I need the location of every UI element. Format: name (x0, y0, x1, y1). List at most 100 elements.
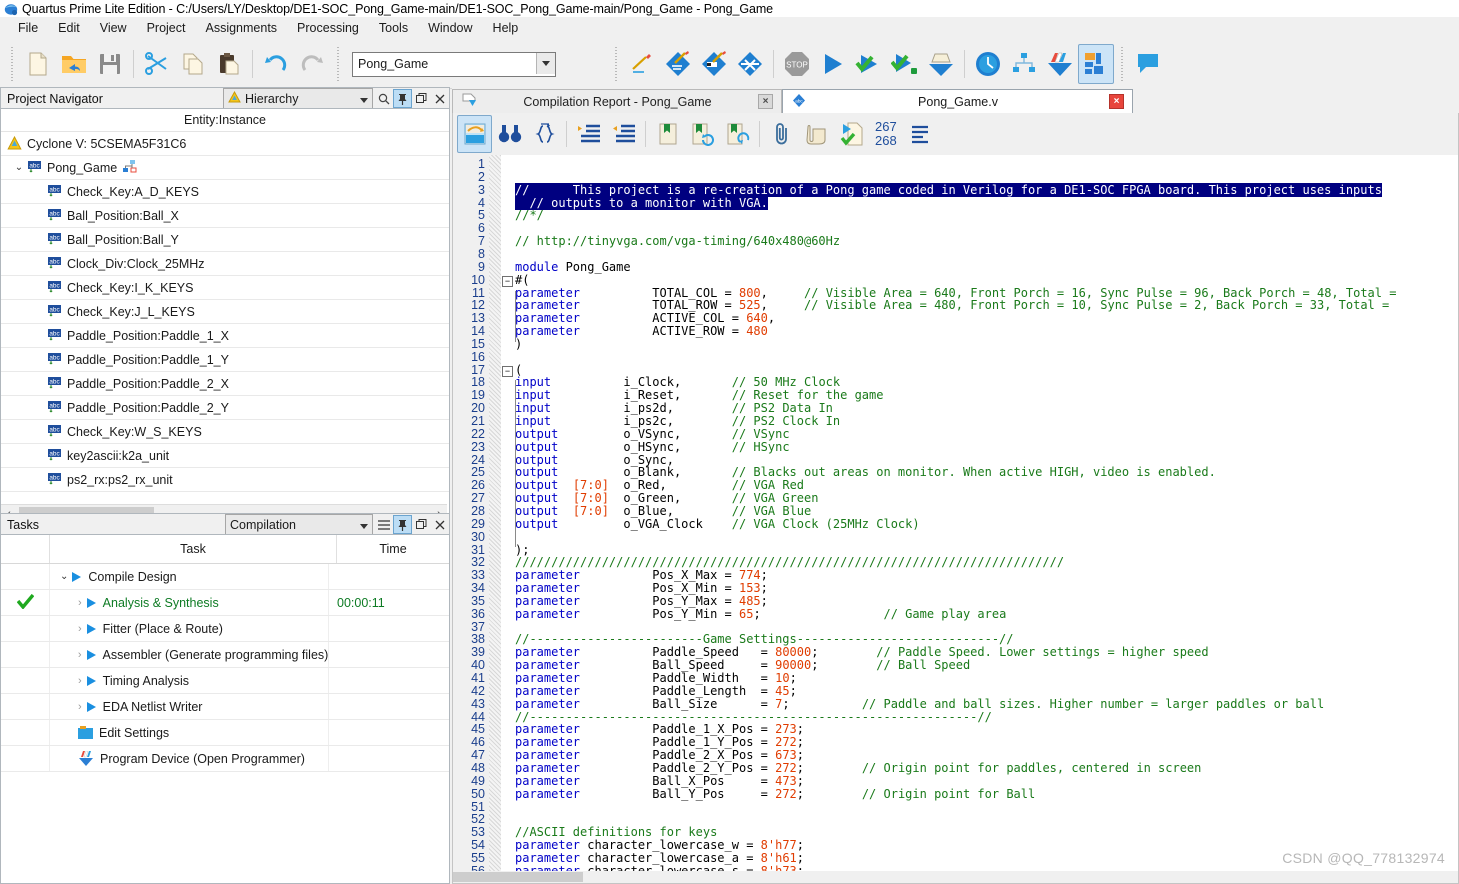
cut-button[interactable] (139, 44, 175, 84)
menu-tools[interactable]: Tools (369, 19, 418, 37)
navigator-item[interactable]: abc Ball_Position:Ball_Y (1, 228, 449, 252)
list-button[interactable] (903, 115, 938, 153)
task-row[interactable]: Program Device (Open Programmer) (1, 746, 449, 772)
toolbar-grip[interactable] (10, 47, 16, 81)
attach-button[interactable] (764, 115, 799, 153)
toolbar-grip-3[interactable] (614, 47, 620, 81)
bookmark-prev-button[interactable] (720, 115, 755, 153)
task-name-cell[interactable]: › Timing Analysis (50, 668, 329, 693)
task-name-cell[interactable]: › EDA Netlist Writer (50, 694, 329, 719)
code-line-text[interactable]: parameter Pos_Y_Min = 65; // Game play a… (515, 607, 1006, 621)
task-name-cell[interactable]: › Fitter (Place & Route) (50, 616, 329, 641)
settings-icon[interactable] (78, 725, 93, 740)
start-compilation-button[interactable] (815, 44, 851, 84)
analysis-synthesis-button[interactable] (851, 44, 887, 84)
assignment-editor-button[interactable] (660, 44, 696, 84)
search-icon[interactable] (375, 90, 392, 107)
menu-processing[interactable]: Processing (287, 19, 369, 37)
code-line[interactable]: 50 parameter Ball_Y_Pos = 272; // Origin … (453, 787, 1458, 801)
play-icon[interactable] (86, 701, 96, 712)
programmer-button[interactable] (1042, 44, 1078, 84)
task-row[interactable]: › EDA Netlist Writer (1, 694, 449, 720)
task-name-cell[interactable]: Program Device (Open Programmer) (50, 746, 329, 771)
menu-window[interactable]: Window (418, 19, 482, 37)
code-line-text[interactable]: // http://tinyvga.com/vga-timing/640x480… (515, 235, 840, 248)
code-line[interactable]: 9 module Pong_Game (453, 260, 1458, 274)
rtl-viewer-button[interactable] (1006, 44, 1042, 84)
navigator-item[interactable]: abc Ball_Position:Ball_X (1, 204, 449, 228)
code-line-text[interactable]: // outputs to a monitor with VGA. (515, 195, 768, 210)
code-line[interactable]: 3 // This project is a re-creation of a P… (453, 182, 1458, 197)
tab-compilation-report[interactable]: Compilation Report - Pong_Game × (452, 89, 782, 113)
chevron-right-icon[interactable]: › (78, 649, 82, 661)
chevron-down-icon[interactable] (360, 92, 368, 106)
copy-button[interactable] (175, 44, 211, 84)
pin-planner-button[interactable] (696, 44, 732, 84)
navigator-item[interactable]: abc Paddle_Position:Paddle_2_X (1, 372, 449, 396)
run-check-button[interactable] (834, 115, 869, 153)
increase-indent-button[interactable] (571, 115, 606, 153)
save-button[interactable] (92, 44, 128, 84)
pin-icon[interactable] (393, 89, 412, 108)
close-icon[interactable] (431, 90, 448, 107)
task-row[interactable]: Edit Settings (1, 720, 449, 746)
close-icon[interactable] (431, 516, 448, 533)
chevron-right-icon[interactable]: › (78, 675, 82, 687)
menu-edit[interactable]: Edit (48, 19, 90, 37)
editor-hscroll-thumb[interactable] (453, 872, 583, 882)
new-file-button[interactable] (20, 44, 56, 84)
code-line[interactable]: 1 (453, 158, 1458, 171)
navigator-device-row[interactable]: Cyclone V: 5CSEMA5F31C6 (1, 132, 449, 156)
restore-icon[interactable] (413, 516, 430, 533)
code-line[interactable]: 36 parameter Pos_Y_Min = 65; // Game play… (453, 607, 1458, 621)
stop-button[interactable]: STOP (779, 44, 815, 84)
task-row[interactable]: › Timing Analysis (1, 668, 449, 694)
code-content[interactable]: 1 2 3// This project is a re-creation of a… (453, 155, 1458, 883)
menu-help[interactable]: Help (483, 19, 529, 37)
navigator-item[interactable]: abc key2ascii:k2a_unit (1, 444, 449, 468)
code-line-text[interactable]: //*/ (515, 209, 544, 222)
code-line[interactable]: 51 (453, 800, 1458, 814)
navigator-root-row[interactable]: ⌄ abc Pong_Game (1, 156, 449, 180)
code-line[interactable]: 2 (453, 170, 1458, 184)
braces-button[interactable] (527, 115, 562, 153)
play-icon[interactable] (86, 649, 96, 660)
paste-button[interactable] (211, 44, 247, 84)
code-line[interactable]: 29 output o_VGA_Clock // VGA Clock (25MHz… (453, 517, 1458, 531)
task-row[interactable]: › Assembler (Generate programming files) (1, 642, 449, 668)
restore-icon[interactable] (413, 90, 430, 107)
code-line[interactable]: 30 (453, 530, 1458, 544)
code-line-text[interactable]: module Pong_Game (515, 260, 631, 274)
chip-planner-button[interactable] (1078, 44, 1114, 84)
undo-button[interactable] (258, 44, 294, 84)
toolbar-grip-2[interactable] (336, 47, 342, 81)
project-revision-combo[interactable]: Pong_Game (352, 51, 556, 77)
menu-assignments[interactable]: Assignments (195, 19, 287, 37)
play-icon[interactable] (86, 623, 96, 634)
navigator-item[interactable]: abc ps2_rx:ps2_rx_unit (1, 468, 449, 492)
task-row[interactable]: › Fitter (Place & Route) (1, 616, 449, 642)
assembler-button[interactable] (923, 44, 959, 84)
menu-icon[interactable] (375, 516, 392, 533)
toolbar-grip-4[interactable] (1120, 47, 1126, 81)
netlist-viewer-button[interactable] (732, 44, 768, 84)
pin-icon[interactable] (393, 515, 412, 534)
chevron-down-icon[interactable]: ⌄ (60, 571, 68, 582)
chevron-down-icon[interactable] (360, 518, 368, 532)
navigator-item[interactable]: abc Check_Key:I_K_KEYS (1, 276, 449, 300)
chevron-right-icon[interactable]: › (78, 701, 82, 713)
task-name-cell[interactable]: ⌄ Compile Design (50, 564, 329, 589)
close-icon[interactable]: × (1109, 94, 1124, 109)
chevron-right-icon[interactable]: › (78, 623, 82, 635)
code-line[interactable]: 16 (453, 350, 1458, 364)
menu-file[interactable]: File (8, 19, 48, 37)
navigator-item[interactable]: abc Check_Key:J_L_KEYS (1, 300, 449, 324)
code-line-text[interactable]: ) (515, 337, 522, 351)
close-icon[interactable]: × (758, 94, 773, 109)
programmer-icon[interactable] (78, 751, 94, 766)
editor-hscrollbar[interactable] (453, 871, 1458, 883)
code-line[interactable]: 15) (453, 337, 1458, 351)
chevron-right-icon[interactable]: › (78, 597, 82, 609)
task-name-cell[interactable]: › Analysis & Synthesis (50, 590, 329, 615)
play-icon[interactable] (86, 597, 96, 608)
